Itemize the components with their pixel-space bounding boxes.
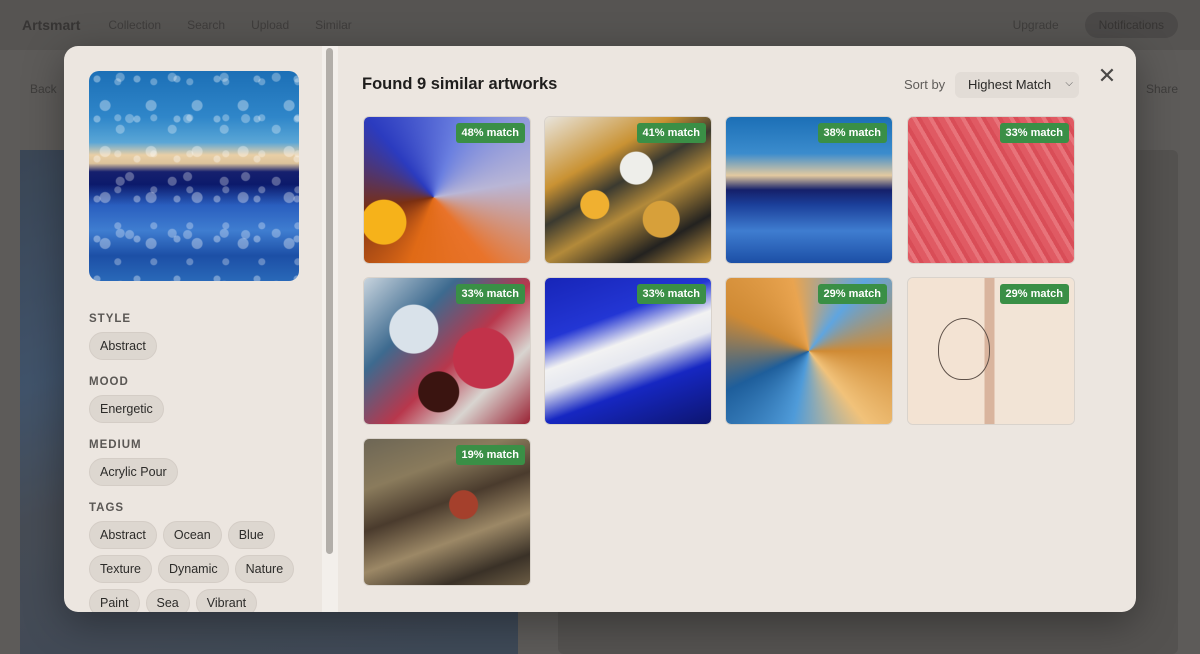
- match-badge: 19% match: [455, 445, 525, 465]
- results-title: Found 9 similar artworks: [362, 75, 558, 93]
- source-artwork-image: [89, 71, 299, 281]
- result-card[interactable]: 29% match: [907, 277, 1075, 425]
- left-panel-scrollbar[interactable]: [326, 48, 333, 554]
- result-card[interactable]: 33% match: [544, 277, 712, 425]
- result-card[interactable]: 33% match: [363, 277, 531, 425]
- match-badge: 29% match: [999, 284, 1069, 304]
- tags-label: TAGS: [89, 502, 125, 514]
- match-badge: 48% match: [455, 123, 525, 143]
- source-artwork-panel: STYLE Abstract MOOD Energetic MEDIUM Acr…: [64, 46, 322, 612]
- tag-chip[interactable]: Blue: [227, 521, 275, 549]
- sort-value: Highest Match: [968, 77, 1052, 92]
- match-badge: 33% match: [455, 284, 525, 304]
- medium-label: MEDIUM: [89, 439, 142, 451]
- tag-chip[interactable]: Ocean: [162, 521, 222, 549]
- medium-chips: Acrylic Pour: [89, 458, 297, 486]
- result-card[interactable]: 19% match: [363, 438, 531, 586]
- tag-chip[interactable]: Sea: [145, 589, 190, 612]
- tag-chip[interactable]: Texture: [89, 555, 152, 583]
- sort-label: Sort by: [904, 77, 946, 92]
- results-panel: Found 9 similar artworks Sort by Highest…: [338, 46, 1136, 612]
- tag-chips: Abstract Ocean Blue Texture Dynamic Natu…: [89, 521, 299, 612]
- match-badge: 38% match: [817, 123, 887, 143]
- result-card[interactable]: 41% match: [544, 116, 712, 264]
- result-card[interactable]: 33% match: [907, 116, 1075, 264]
- style-chips: Abstract: [89, 332, 297, 360]
- style-label: STYLE: [89, 313, 132, 325]
- chevron-down-icon: ⌵: [1065, 78, 1073, 89]
- sort-select[interactable]: Highest Match ⌵: [955, 72, 1079, 98]
- mood-label: MOOD: [89, 376, 129, 388]
- match-badge: 33% match: [999, 123, 1069, 143]
- tag-chip[interactable]: Nature: [234, 555, 295, 583]
- tag-chip[interactable]: Paint: [89, 589, 140, 612]
- mood-chip[interactable]: Energetic: [89, 395, 164, 423]
- result-card[interactable]: 48% match: [363, 116, 531, 264]
- style-chip[interactable]: Abstract: [89, 332, 157, 360]
- match-badge: 29% match: [817, 284, 887, 304]
- tag-chip[interactable]: Dynamic: [158, 555, 229, 583]
- result-card[interactable]: 29% match: [725, 277, 893, 425]
- tag-chip[interactable]: Abstract: [89, 521, 157, 549]
- close-icon[interactable]: ✕: [1096, 65, 1118, 88]
- medium-chip[interactable]: Acrylic Pour: [89, 458, 178, 486]
- mood-chips: Energetic: [89, 395, 297, 423]
- result-card[interactable]: 38% match: [725, 116, 893, 264]
- similar-artworks-modal: STYLE Abstract MOOD Energetic MEDIUM Acr…: [64, 46, 1136, 612]
- match-badge: 33% match: [636, 284, 706, 304]
- match-badge: 41% match: [636, 123, 706, 143]
- tag-chip[interactable]: Vibrant: [195, 589, 258, 612]
